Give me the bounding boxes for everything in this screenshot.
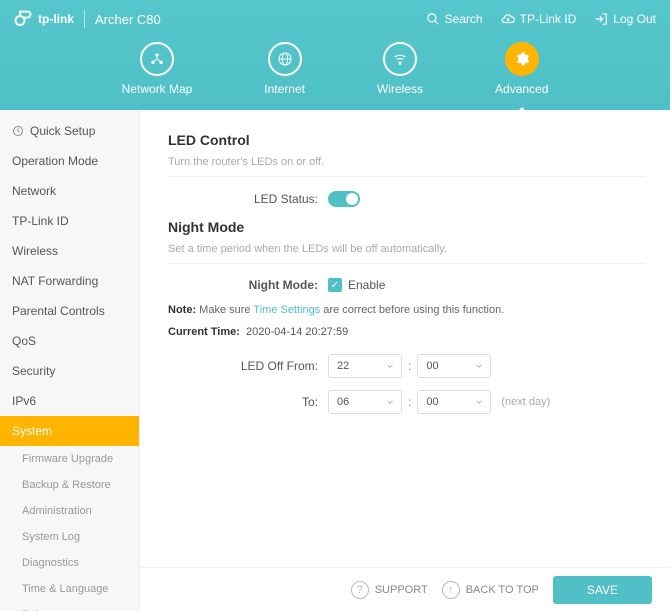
support-button[interactable]: ? SUPPORT <box>351 581 428 599</box>
search-icon <box>426 12 440 26</box>
search-button[interactable]: Search <box>426 12 483 26</box>
to-min-select[interactable]: 00 <box>417 390 491 414</box>
sidebar-sub-system-log[interactable]: System Log <box>0 524 139 550</box>
led-status-toggle[interactable] <box>328 191 360 207</box>
led-status-label: LED Status: <box>168 192 328 206</box>
section-desc-led: Turn the router's LEDs on or off. <box>168 156 646 168</box>
sidebar-item-quick-setup[interactable]: Quick Setup <box>0 116 139 146</box>
tab-advanced[interactable]: Advanced <box>495 42 548 96</box>
next-day-hint: (next day) <box>501 396 550 408</box>
section-title-night: Night Mode <box>168 219 646 235</box>
wifi-icon <box>392 51 408 67</box>
tplink-id-button[interactable]: TP-Link ID <box>501 12 577 26</box>
sidebar-item-operation-mode[interactable]: Operation Mode <box>0 146 139 176</box>
enable-label: Enable <box>348 278 385 292</box>
sidebar-sub-time-language[interactable]: Time & Language <box>0 576 139 602</box>
sidebar-item-security[interactable]: Security <box>0 356 139 386</box>
night-mode-label: Night Mode: <box>168 278 328 292</box>
tab-internet[interactable]: Internet <box>264 42 305 96</box>
chevron-down-icon <box>474 361 484 371</box>
sidebar-item-network[interactable]: Network <box>0 176 139 206</box>
sidebar-item-nat-forwarding[interactable]: NAT Forwarding <box>0 266 139 296</box>
chevron-down-icon <box>385 397 395 407</box>
sidebar: Quick Setup Operation Mode Network TP-Li… <box>0 110 140 611</box>
sidebar-item-ipv6[interactable]: IPv6 <box>0 386 139 416</box>
current-time: Current Time: 2020-04-14 20:27:59 <box>168 326 646 338</box>
back-to-top-button[interactable]: ↑ BACK TO TOP <box>442 581 539 599</box>
section-title-led: LED Control <box>168 132 646 148</box>
led-off-from-label: LED Off From: <box>168 359 328 373</box>
note-text: Note: Make sure Time Settings are correc… <box>168 304 646 316</box>
model-name: Archer C80 <box>95 12 161 27</box>
logout-button[interactable]: Log Out <box>594 12 656 26</box>
sidebar-item-parental-controls[interactable]: Parental Controls <box>0 296 139 326</box>
tab-network-map[interactable]: Network Map <box>122 42 193 96</box>
sidebar-item-qos[interactable]: QoS <box>0 326 139 356</box>
off-hour-select[interactable]: 22 <box>328 354 402 378</box>
off-min-select[interactable]: 00 <box>417 354 491 378</box>
question-icon: ? <box>351 581 369 599</box>
arrow-up-icon: ↑ <box>442 581 460 599</box>
chevron-down-icon <box>385 361 395 371</box>
sidebar-sub-backup-restore[interactable]: Backup & Restore <box>0 472 139 498</box>
save-button[interactable]: SAVE <box>553 576 652 604</box>
tab-wireless[interactable]: Wireless <box>377 42 423 96</box>
cloud-download-icon <box>501 12 515 26</box>
globe-icon <box>277 51 293 67</box>
sidebar-sub-firmware-upgrade[interactable]: Firmware Upgrade <box>0 446 139 472</box>
to-hour-select[interactable]: 06 <box>328 390 402 414</box>
logout-icon <box>594 12 608 26</box>
sidebar-sub-reboot[interactable]: Reboot <box>0 602 139 611</box>
sidebar-item-wireless[interactable]: Wireless <box>0 236 139 266</box>
sidebar-item-tplink-id[interactable]: TP-Link ID <box>0 206 139 236</box>
divider <box>84 10 85 28</box>
night-mode-checkbox[interactable]: ✓ <box>328 278 342 292</box>
sidebar-sub-diagnostics[interactable]: Diagnostics <box>0 550 139 576</box>
rocket-icon <box>12 125 24 137</box>
brand-text: tp-link <box>38 12 74 26</box>
section-desc-night: Set a time period when the LEDs will be … <box>168 243 646 255</box>
time-settings-link[interactable]: Time Settings <box>253 304 320 316</box>
gear-icon <box>514 51 530 67</box>
network-map-icon <box>149 51 165 67</box>
sidebar-sub-administration[interactable]: Administration <box>0 498 139 524</box>
chevron-down-icon <box>474 397 484 407</box>
sidebar-item-system[interactable]: System <box>0 416 139 446</box>
to-label: To: <box>168 395 328 409</box>
brand-logo: tp-link <box>14 10 74 28</box>
